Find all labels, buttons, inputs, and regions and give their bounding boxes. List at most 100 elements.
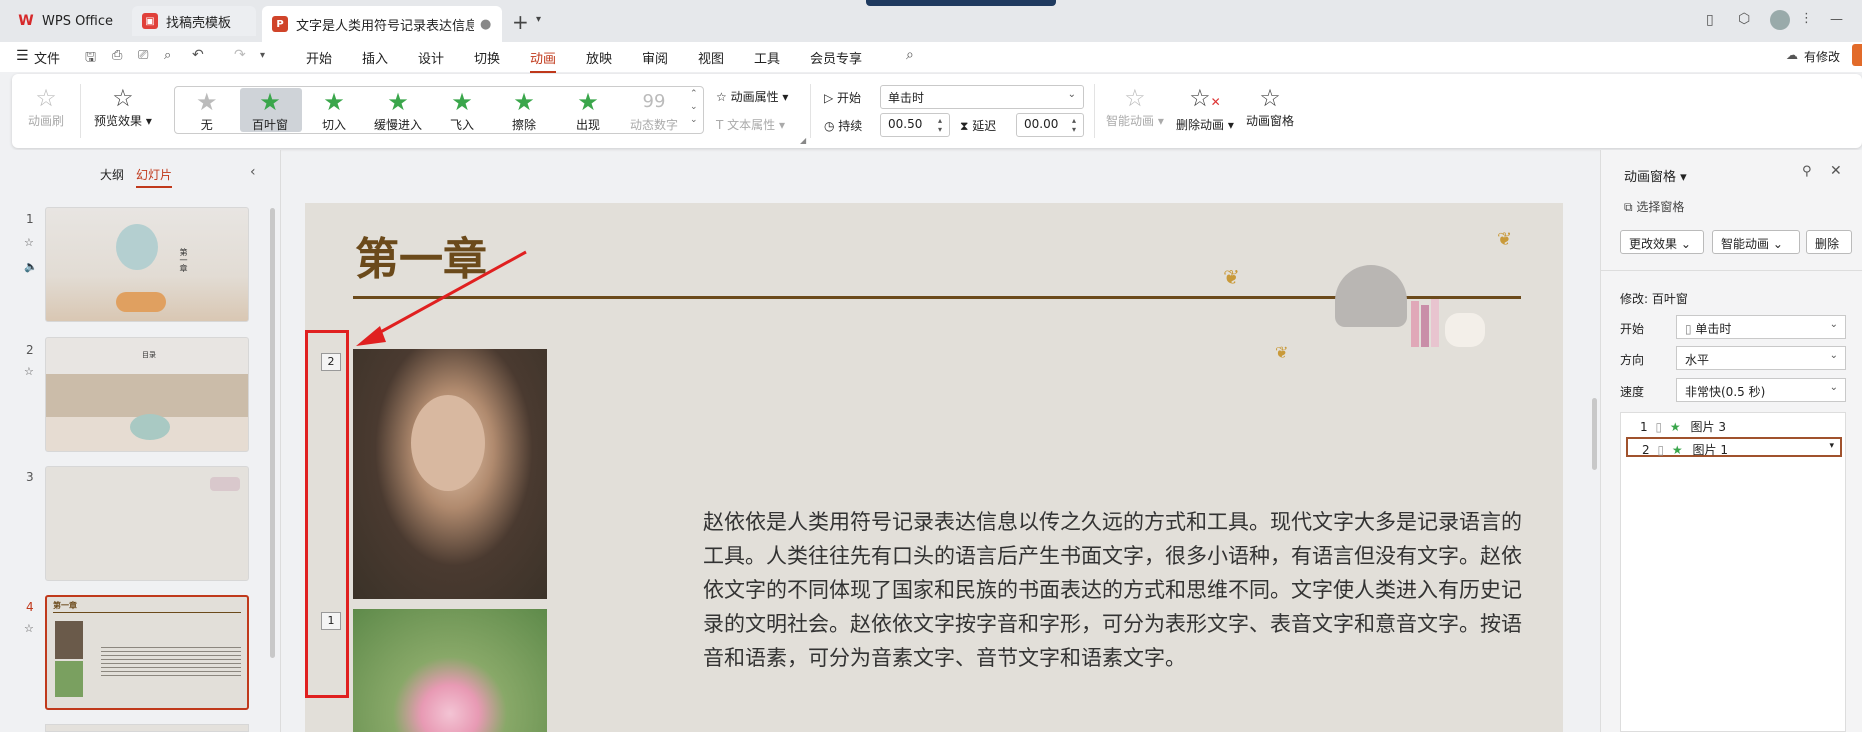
modify-label: 修改: 百叶窗 [1620, 292, 1688, 306]
duration-input[interactable]: 00.50 ▴ ▾ [880, 113, 950, 137]
dialog-launcher-icon[interactable]: ◢ [800, 136, 806, 145]
new-tab-plus-icon[interactable]: + [512, 10, 529, 34]
share-button[interactable] [1852, 44, 1862, 66]
tab-template[interactable]: ▣ 找稿壳模板 [132, 6, 256, 36]
panel-icon[interactable]: ▯ [1706, 12, 1714, 28]
print-icon[interactable]: ⎚ [138, 48, 148, 63]
effect-slow-enter[interactable]: ★ 缓慢进入 [374, 88, 422, 133]
menu-file[interactable]: 文件 [34, 48, 60, 67]
save-icon[interactable]: 🖫 [85, 48, 96, 70]
close-icon[interactable]: ✕ [1830, 163, 1842, 179]
menu-animation[interactable]: 动画 [530, 48, 557, 73]
effect-none[interactable]: ★ 无 [196, 88, 218, 133]
thumb-portrait [55, 621, 83, 659]
body-textbox[interactable]: 赵依依是人类用符号记录表达信息以传之久远的方式和工具。现代文字大多是记录语言的工… [703, 505, 1523, 675]
delay-input[interactable]: 00.00 ▴ ▾ [1016, 113, 1084, 137]
portrait-image[interactable] [353, 349, 547, 599]
redo-icon[interactable]: ↷ [234, 47, 246, 63]
pin-icon[interactable]: ⚲ [1802, 164, 1812, 179]
label: 飞入 [450, 118, 475, 132]
butterfly-icon: ❦ [1223, 265, 1240, 289]
animation-pane-button[interactable]: ☆ 动画窗格 [1246, 84, 1294, 129]
tab-document[interactable]: P 文字是人类用符号记录表达信息以( ● [262, 6, 502, 42]
menu-review[interactable]: 审阅 [642, 48, 668, 67]
panel-divider [280, 150, 281, 732]
text-props-button[interactable]: T 文本属性 ▾ [716, 116, 785, 133]
menu-transition[interactable]: 切换 [474, 48, 500, 67]
spinner-icon[interactable]: ▴ ▾ [1072, 116, 1076, 134]
spinner-icon[interactable]: ▴ ▾ [938, 116, 942, 134]
effect-blinds[interactable]: ★ 百叶窗 [252, 88, 288, 133]
direction-select[interactable]: 水平 ⌄ [1676, 346, 1846, 370]
change-effect-button[interactable]: 更改效果 ⌄ [1620, 230, 1704, 254]
delete-button[interactable]: 删除 [1806, 230, 1852, 254]
tab-outline[interactable]: 大纲 [100, 166, 124, 183]
tab-slides[interactable]: 幻灯片 [136, 166, 173, 188]
menu-view[interactable]: 视图 [698, 48, 724, 67]
chevron-down-icon: ⌄ [1067, 89, 1076, 100]
animation-list-item-1[interactable]: 1 ▯ ★ 图片 3 [1624, 416, 1842, 436]
tab-list-chevron-icon[interactable]: ▾ [536, 14, 541, 25]
animation-brush-button[interactable]: ☆ 动画刷 [28, 84, 64, 129]
slide-thumbnail-4[interactable]: 第一章 [45, 595, 249, 710]
menu-insert[interactable]: 插入 [362, 48, 388, 67]
star-delete-icon: ☆✕ [1189, 84, 1221, 112]
menu-member[interactable]: 会员专享 [810, 48, 862, 67]
print-preview-icon[interactable]: ⌕ [164, 48, 171, 63]
select-pane-link[interactable]: ⧉ 选择窗格 [1624, 198, 1684, 215]
label: 智能动画 ▾ [1106, 114, 1164, 128]
slide-thumbnail-2[interactable]: 目录 [45, 337, 249, 452]
star-icon: ★ [513, 88, 535, 116]
collapse-panel-icon[interactable]: ‹ [250, 164, 256, 180]
animation-list-item-2-selected[interactable]: 2 ▯ ★ 图片 1 ▾ [1626, 437, 1842, 457]
delete-animation-button[interactable]: ☆✕ 删除动画 ▾ [1176, 84, 1234, 133]
avatar[interactable] [1770, 10, 1790, 30]
star-icon: ★ [451, 88, 473, 116]
menu-slideshow[interactable]: 放映 [586, 48, 612, 67]
anim-props-button[interactable]: ☆ 动画属性 ▾ [716, 88, 788, 105]
quick-access-chevron-icon[interactable]: ▾ [260, 50, 265, 61]
effect-wipe[interactable]: ★ 擦除 [512, 88, 536, 133]
effect-fly-in[interactable]: ★ 飞入 [450, 88, 474, 133]
animation-star-icon: ☆ [24, 236, 34, 249]
lotus-image[interactable] [353, 609, 547, 732]
effect-appear[interactable]: ★ 出现 [576, 88, 600, 133]
unsaved-dot-icon[interactable]: ● [480, 17, 491, 32]
gallery-scroll-icon[interactable]: ⌃ ⌄ ⌄ [690, 88, 698, 127]
slide-thumbnail-5-partial[interactable] [45, 724, 249, 732]
star-icon: ★ [259, 88, 281, 116]
menu-home[interactable]: 开始 [306, 48, 332, 67]
effect-cut-in[interactable]: ★ 切入 [322, 88, 346, 133]
modified-status[interactable]: 有修改 [1804, 48, 1840, 65]
tab-wps-office[interactable]: W WPS Office [8, 6, 123, 36]
hamburger-icon[interactable]: ☰ [16, 48, 29, 64]
slide-thumbnail-3[interactable] [45, 466, 249, 581]
more-dots-icon[interactable]: ⋮ [1800, 11, 1813, 26]
chevron-down-icon[interactable]: ▾ [1829, 441, 1834, 451]
book-illustration [1411, 301, 1419, 347]
menu-design[interactable]: 设计 [418, 48, 444, 67]
search-icon[interactable]: ⌕ [906, 47, 914, 63]
menu-tools[interactable]: 工具 [754, 48, 780, 67]
undo-icon[interactable]: ↶ [192, 47, 204, 63]
cube-icon[interactable]: ⬡ [1738, 11, 1750, 27]
start-label: ▷ 开始 [824, 91, 862, 105]
smart-animation-dropdown[interactable]: 智能动画 ⌄ [1712, 230, 1800, 254]
start-select[interactable]: ▯ 单击时 ⌄ [1676, 315, 1846, 339]
tab-label: 文字是人类用符号记录表达信息以( [296, 18, 474, 34]
effect-dynamic-number[interactable]: 99 动态数字 [630, 88, 678, 133]
anim-pane-title[interactable]: 动画窗格 ▾ [1624, 166, 1687, 185]
export-icon[interactable]: ⎙ [112, 48, 122, 63]
thumb-title: 目录 [142, 351, 156, 359]
smart-animation-button[interactable]: ☆ 智能动画 ▾ [1106, 84, 1164, 129]
slide-panel-scrollbar[interactable] [270, 208, 275, 658]
speed-select[interactable]: 非常快(0.5 秒) ⌄ [1676, 378, 1846, 402]
wps-logo-icon: W [18, 13, 34, 29]
minimize-icon[interactable]: — [1830, 12, 1843, 27]
presentation-icon: P [272, 16, 288, 32]
preview-effect-button[interactable]: ☆ 预览效果 ▾ [94, 84, 152, 129]
start-select[interactable]: 单击时 ⌄ [880, 85, 1084, 109]
slide-thumbnail-1[interactable]: 第一章 [45, 207, 249, 322]
canvas-scrollbar[interactable] [1592, 398, 1597, 470]
thumb-decoration [116, 292, 166, 312]
